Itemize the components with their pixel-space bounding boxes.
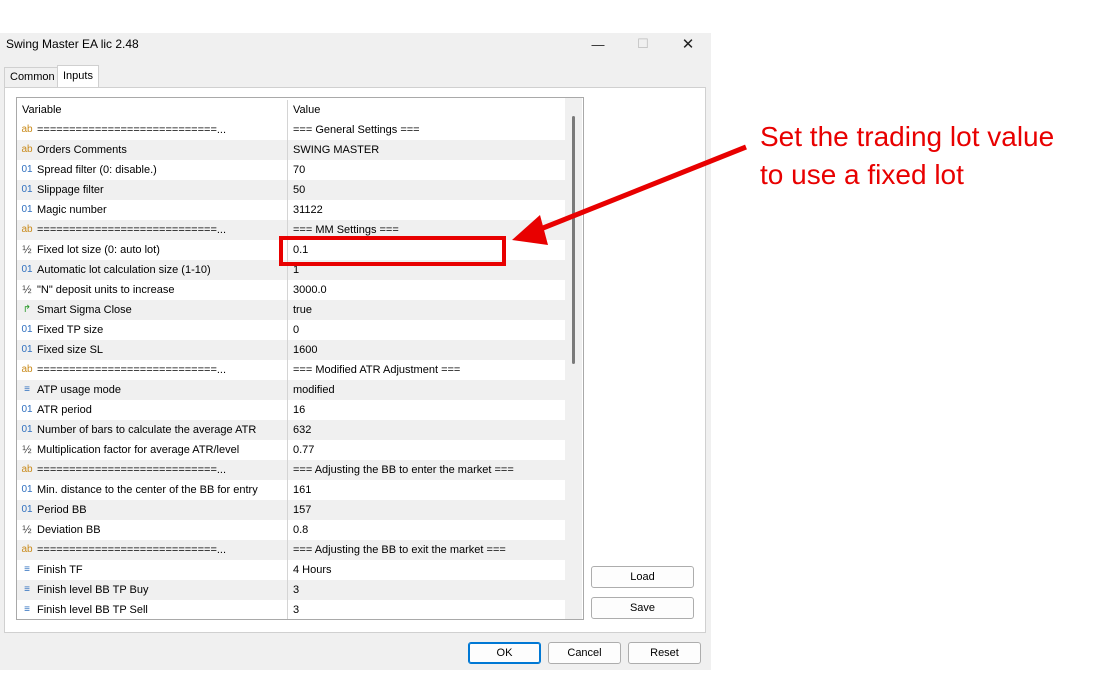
annotation-line-1: Set the trading lot value: [760, 121, 1055, 152]
annotation-line-2: to use a fixed lot: [760, 159, 964, 190]
annotation-text: Set the trading lot value to use a fixed…: [760, 118, 1090, 194]
annotation-arrow-icon: [512, 144, 747, 245]
